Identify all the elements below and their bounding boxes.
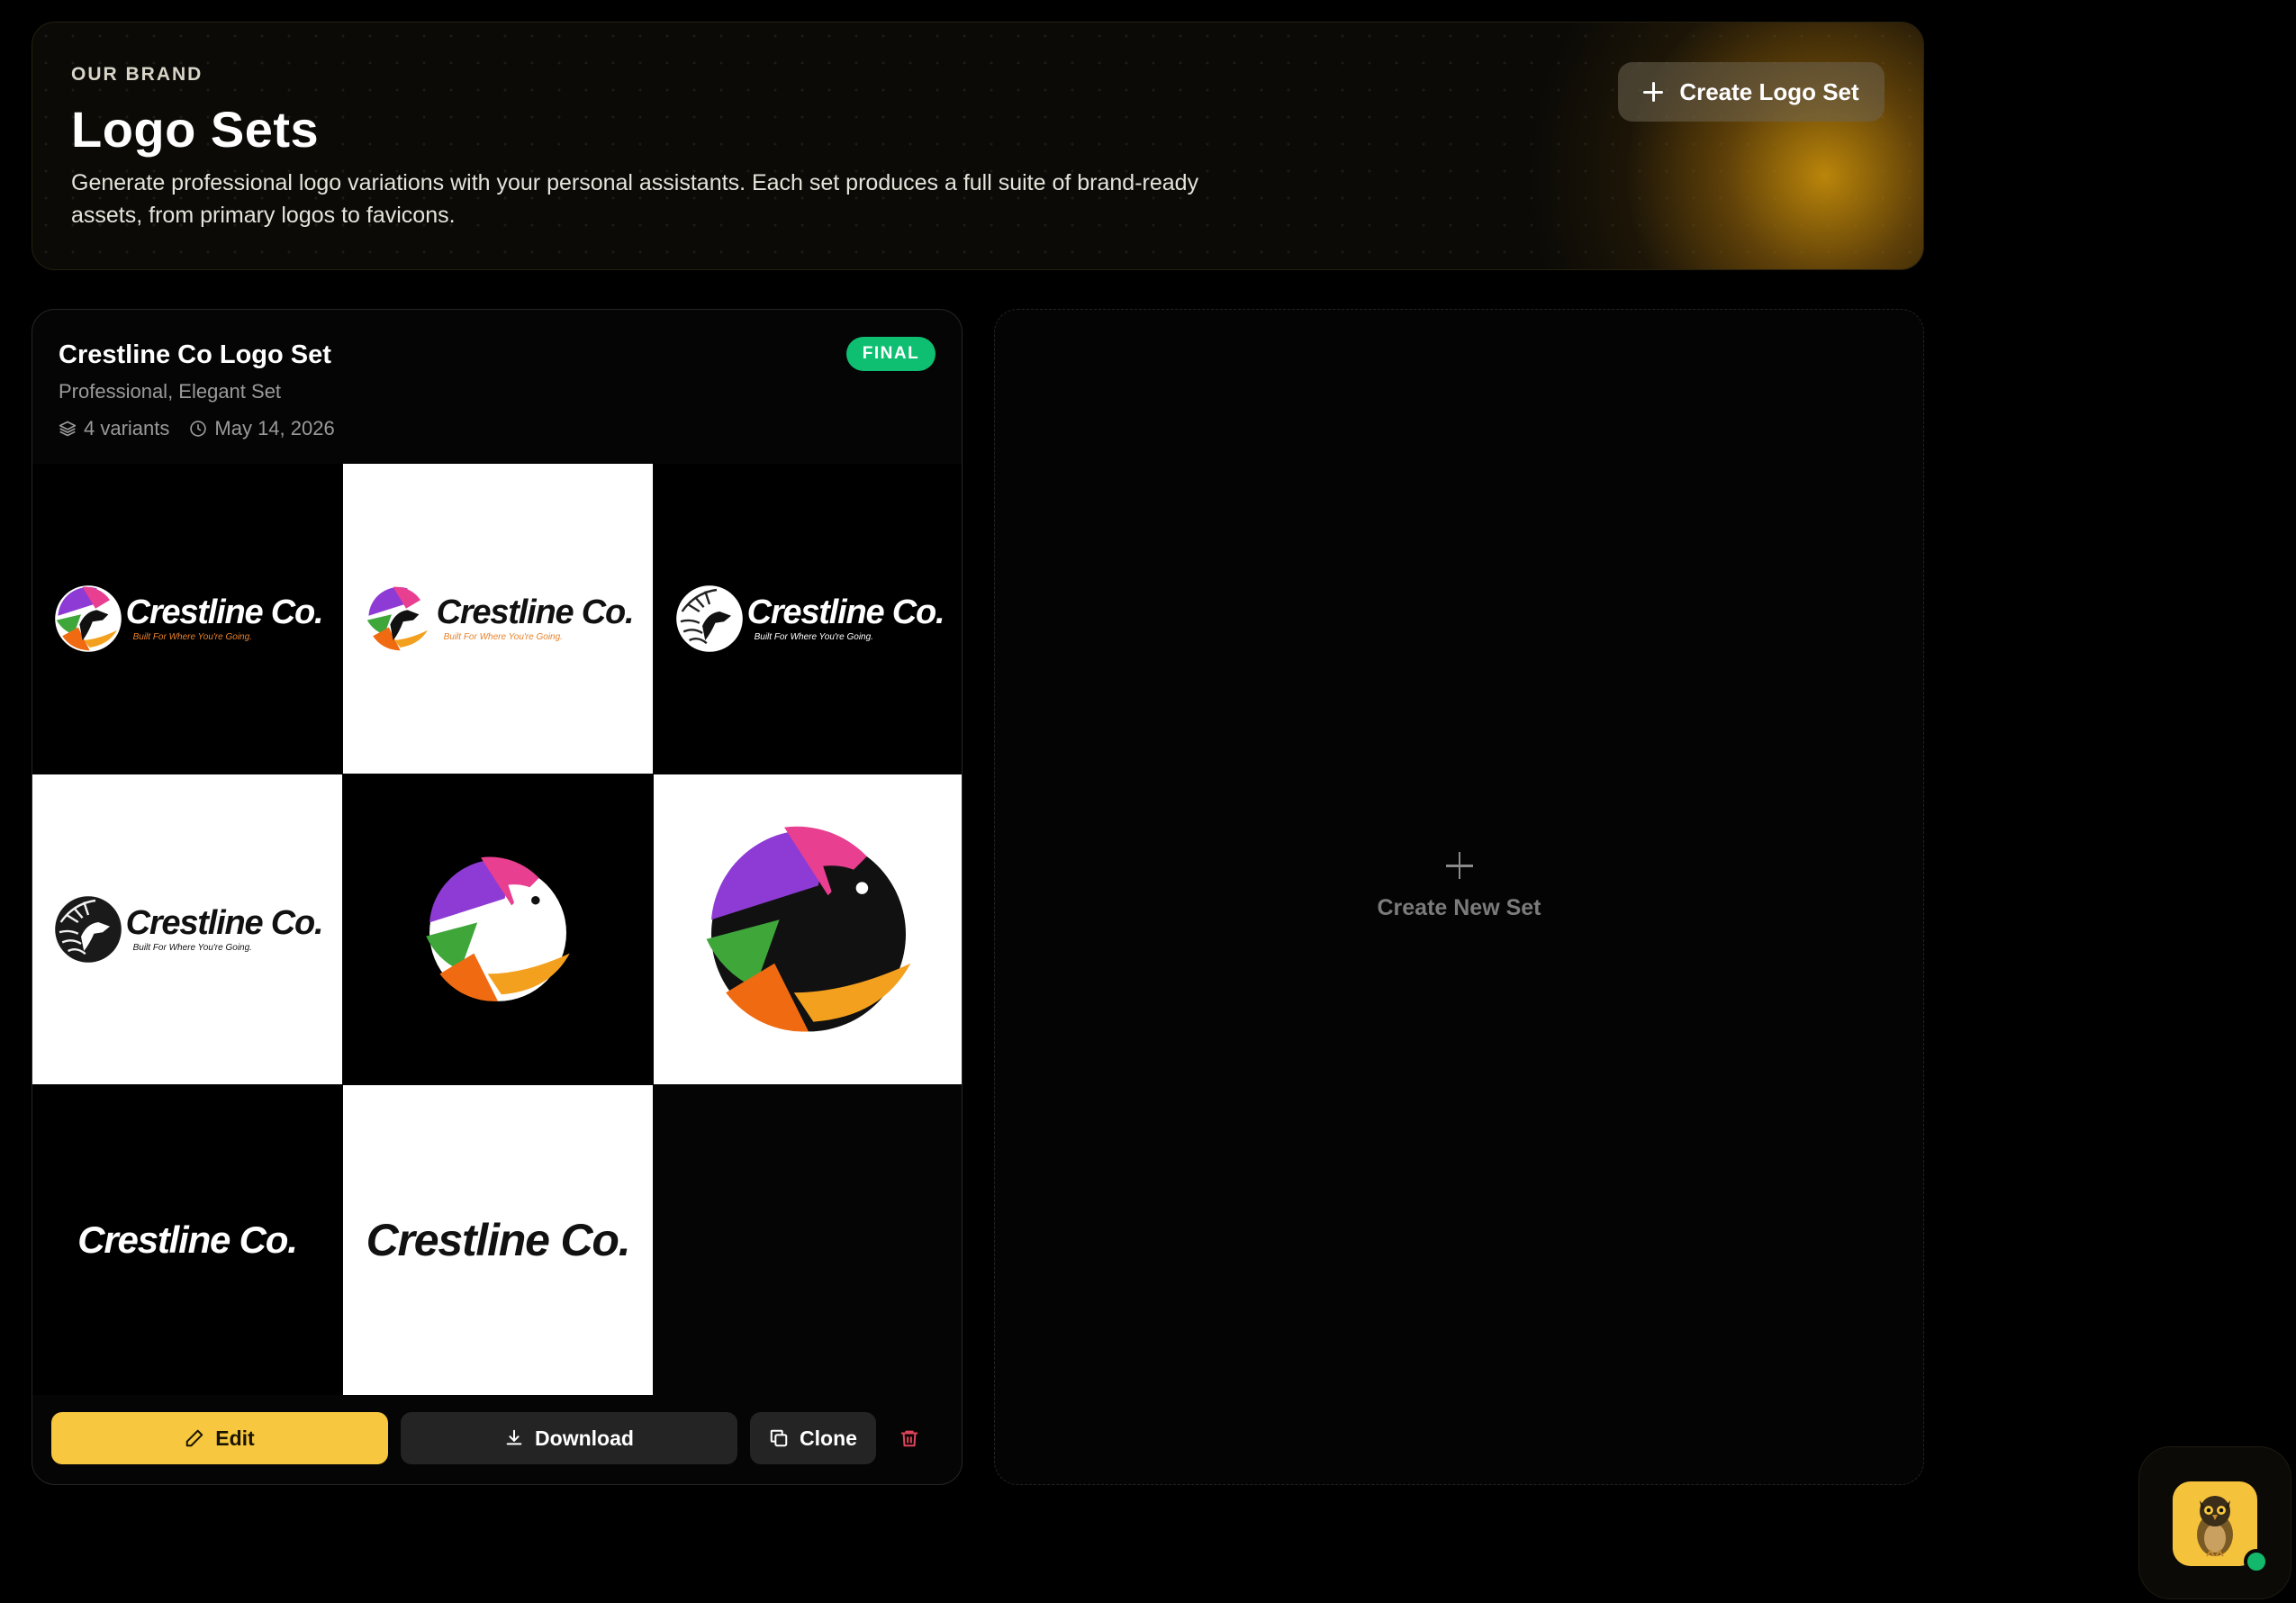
variant-tile-icon-dark[interactable]: [343, 774, 653, 1084]
logo-tagline: Built For Where You're Going.: [443, 632, 563, 642]
create-logo-set-label: Create Logo Set: [1679, 77, 1859, 105]
clone-label: Clone: [800, 1426, 857, 1450]
copy-icon: [770, 1429, 788, 1447]
variant-tile-wordmark-dark[interactable]: Crestline Co.: [32, 1085, 342, 1395]
variants-meta: 4 variants: [59, 417, 169, 440]
clone-button[interactable]: Clone: [750, 1412, 876, 1464]
variant-tile-full-color-dark[interactable]: Crestline Co. Built For Where You're Goi…: [32, 464, 342, 774]
variant-tile-mono-light[interactable]: Crestline Co. Built For Where You're Goi…: [32, 774, 342, 1084]
logo-tagline: Built For Where You're Going.: [754, 632, 873, 642]
download-icon: [506, 1429, 522, 1445]
owl-avatar-icon: [2197, 1496, 2233, 1557]
edit-label: Edit: [215, 1426, 255, 1450]
hedgehog-emblem-icon: [54, 585, 122, 652]
variant-tile-icon-light[interactable]: [654, 774, 962, 1084]
assistant-launcher: [2138, 1446, 2291, 1599]
create-new-set-label: Create New Set: [1377, 895, 1541, 920]
card-subtitle: Professional, Elegant Set: [59, 380, 282, 403]
download-button[interactable]: Download: [401, 1412, 737, 1464]
edit-button[interactable]: Edit: [51, 1412, 388, 1464]
logo-tagline: Built For Where You're Going.: [132, 632, 252, 642]
logo-set-card: Crestline Co Logo Set Professional, Eleg…: [32, 309, 963, 1485]
created-date: May 14, 2026: [214, 417, 335, 439]
logo-wordmark: Crestline Co.: [366, 1215, 631, 1265]
plus-icon: [1643, 82, 1664, 102]
logo-tagline: Built For Where You're Going.: [132, 943, 252, 953]
hedgehog-emblem-icon: [365, 585, 432, 652]
page-description: Generate professional logo variations wi…: [71, 170, 1199, 228]
page-header: OUR BRAND Logo Sets Generate professiona…: [32, 22, 1924, 270]
logo-wordmark: Crestline Co.: [746, 593, 945, 631]
logo-lockup: Crestline Co. Built For Where You're Goi…: [673, 583, 945, 655]
plus-icon: [1445, 852, 1473, 879]
logo-wordmark: Crestline Co.: [125, 904, 324, 942]
variant-tile-empty: [654, 1085, 962, 1395]
layers-icon: [59, 421, 77, 437]
variant-tile-mono-dark[interactable]: Crestline Co. Built For Where You're Goi…: [654, 464, 962, 774]
pencil-icon: [186, 1429, 203, 1447]
assistant-button[interactable]: [2173, 1481, 2257, 1566]
variant-tile-full-color-light[interactable]: Crestline Co. Built For Where You're Goi…: [343, 464, 653, 774]
trash-icon: [900, 1430, 918, 1447]
hedgehog-emblem-mono-icon: [54, 896, 122, 963]
date-meta: May 14, 2026: [189, 417, 335, 440]
hedgehog-emblem-icon: [706, 826, 911, 1032]
page-title: Logo Sets: [71, 101, 320, 158]
variant-grid: Crestline Co. Built For Where You're Goi…: [32, 464, 962, 1395]
create-new-set-panel[interactable]: Create New Set: [994, 309, 1924, 1485]
online-status-dot: [2244, 1549, 2269, 1574]
clock-icon: [190, 421, 207, 437]
logo-wordmark: Crestline Co.: [77, 1218, 298, 1261]
logo-lockup: Crestline Co. Built For Where You're Goi…: [52, 893, 324, 965]
logo-lockup: Crestline Co. Built For Where You're Goi…: [363, 583, 635, 655]
variant-tile-wordmark-light[interactable]: Crestline Co.: [343, 1085, 653, 1395]
logo-lockup: Crestline Co. Built For Where You're Goi…: [52, 583, 324, 655]
card-actions: Edit Download Clone: [51, 1412, 930, 1464]
download-label: Download: [535, 1426, 634, 1450]
status-badge: FINAL: [846, 337, 936, 371]
card-meta: 4 variants May 14, 2026: [59, 417, 355, 440]
logo-wordmark: Crestline Co.: [125, 593, 324, 631]
delete-button[interactable]: [889, 1412, 930, 1464]
create-new-set-content: Create New Set: [995, 852, 1923, 921]
hedgehog-emblem-mono-icon: [675, 585, 743, 652]
eyebrow-label: OUR BRAND: [71, 64, 203, 85]
variants-count: 4 variants: [84, 417, 170, 439]
create-logo-set-button[interactable]: Create Logo Set: [1618, 62, 1885, 122]
logo-wordmark: Crestline Co.: [436, 593, 635, 631]
hedgehog-emblem-icon: [426, 856, 570, 1001]
card-title: Crestline Co Logo Set: [59, 340, 331, 369]
